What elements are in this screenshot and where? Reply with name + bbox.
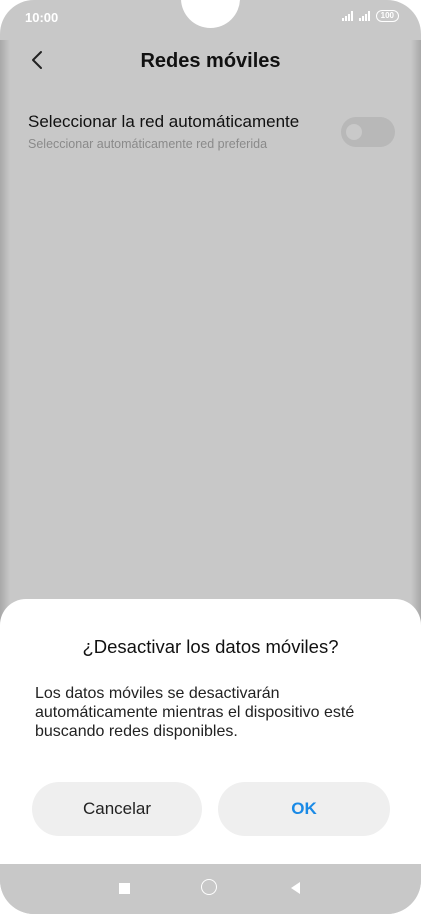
back-icon[interactable] [291, 882, 300, 894]
recents-icon[interactable] [119, 883, 130, 894]
toggle-knob [346, 124, 362, 140]
navigation-bar [0, 864, 421, 914]
setting-row-auto-network[interactable]: Seleccionar la red automáticamente Selec… [28, 112, 398, 156]
status-icons: 100 [341, 10, 399, 22]
status-time: 10:00 [25, 10, 59, 25]
home-icon[interactable] [201, 879, 217, 895]
ok-button[interactable]: OK [218, 782, 390, 836]
screen: 10:00 100 Redes móviles Seleccionar la r… [0, 0, 421, 914]
setting-title: Seleccionar la red automáticamente [28, 112, 300, 131]
signal-icon [341, 11, 353, 21]
dialog-title: ¿Desactivar los datos móviles? [82, 636, 339, 657]
signal-icon [358, 11, 370, 21]
page-title: Redes móviles [140, 50, 281, 72]
setting-subtitle: Seleccionar automáticamente red preferid… [28, 137, 268, 151]
camera-notch [181, 0, 240, 28]
cancel-button[interactable]: Cancelar [32, 782, 202, 836]
confirm-dialog: ¿Desactivar los datos móviles? Los datos… [0, 599, 421, 864]
app-bar: Redes móviles [0, 42, 421, 82]
auto-network-toggle[interactable] [341, 117, 395, 147]
dialog-message: Los datos móviles se desactivarán automá… [35, 685, 355, 740]
battery-icon: 100 [375, 10, 399, 22]
device: 10:00 100 Redes móviles Seleccionar la r… [0, 0, 421, 914]
